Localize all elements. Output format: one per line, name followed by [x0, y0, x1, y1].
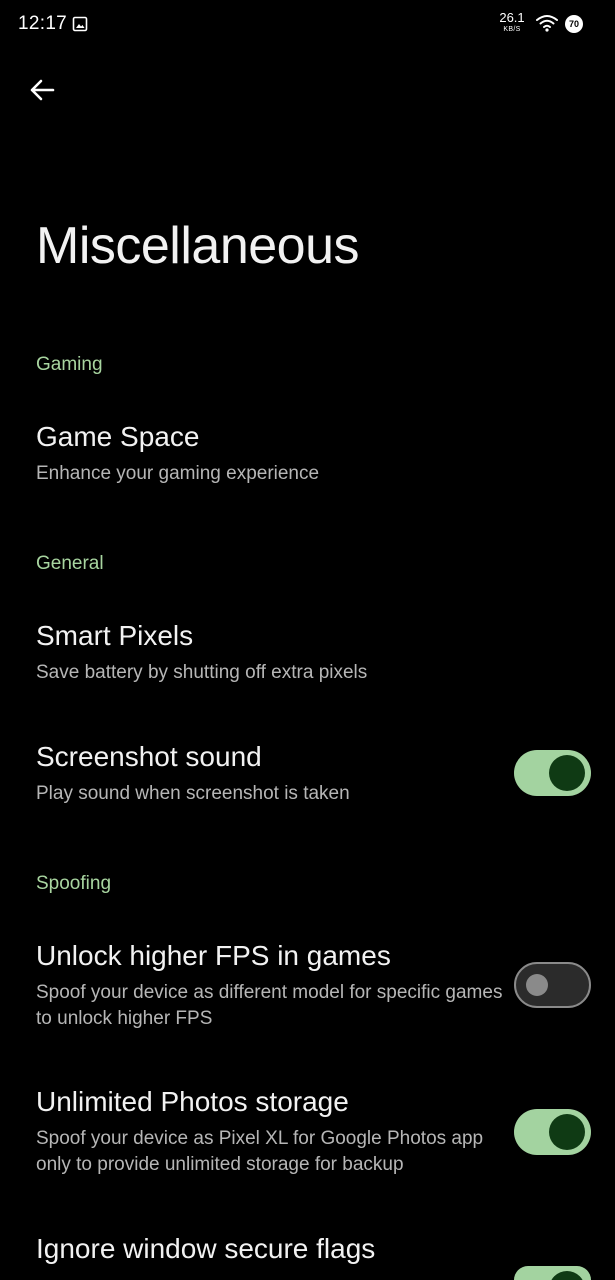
switch-thumb [549, 1114, 585, 1150]
photos-storage-switch[interactable] [514, 1109, 591, 1155]
battery-level: 70 [568, 19, 579, 29]
higher-fps-switch[interactable] [514, 962, 591, 1008]
section-header-general: General [36, 553, 104, 574]
pref-photos-storage[interactable]: Unlimited Photos storage Spoof your devi… [0, 1086, 615, 1196]
pref-title: Ignore window secure flags [36, 1233, 376, 1264]
network-speed-indicator: 26.1 KB/S [497, 11, 527, 33]
pref-summary: Spoof your device as Pixel XL for Google… [36, 1128, 484, 1175]
pref-title: Screenshot sound [36, 741, 262, 772]
pref-title: Smart Pixels [36, 620, 194, 651]
wifi-icon [536, 15, 558, 32]
status-bar: 12:17 26.1 KB/S 70 [0, 0, 615, 50]
secure-flags-switch[interactable] [514, 1266, 591, 1280]
pref-title: Unlimited Photos storage [36, 1086, 349, 1117]
pref-screenshot-sound[interactable]: Screenshot sound Play sound when screens… [0, 741, 615, 831]
pref-title: Unlock higher FPS in games [36, 940, 391, 971]
section-header-gaming: Gaming [36, 354, 103, 375]
pref-summary: Save battery by shutting off extra pixel… [36, 662, 368, 683]
pref-summary: Enhance your gaming experience [36, 463, 320, 484]
image-icon [72, 16, 88, 32]
switch-thumb [526, 974, 548, 996]
pref-higher-fps[interactable]: Unlock higher FPS in games Spoof your de… [0, 940, 615, 1050]
switch-thumb [549, 1271, 585, 1280]
network-speed-unit: KB/S [503, 26, 521, 33]
screenshot-sound-switch[interactable] [514, 750, 591, 796]
status-time: 12:17 [18, 13, 68, 34]
pref-summary: Play sound when screenshot is taken [36, 783, 350, 804]
pref-smart-pixels[interactable]: Smart Pixels Save battery by shutting of… [0, 620, 615, 710]
back-button[interactable] [22, 70, 62, 110]
page-title: Miscellaneous [36, 217, 360, 275]
pref-title: Game Space [36, 421, 200, 452]
network-speed-value: 26.1 [499, 10, 525, 25]
switch-thumb [549, 755, 585, 791]
pref-secure-flags[interactable]: Ignore window secure flags [0, 1233, 615, 1280]
section-header-spoofing: Spoofing [36, 873, 112, 894]
pref-summary: Spoof your device as different model for… [36, 982, 503, 1029]
pref-game-space[interactable]: Game Space Enhance your gaming experienc… [0, 421, 615, 511]
battery-icon: 70 [564, 14, 584, 34]
arrow-back-icon [30, 79, 55, 101]
